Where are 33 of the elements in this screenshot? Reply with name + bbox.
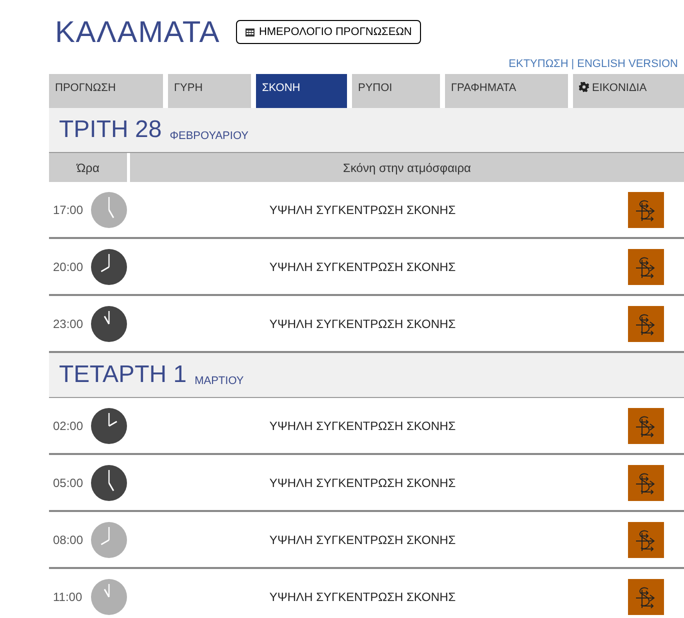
tab[interactable]: ΡΥΠΟΙ [352, 74, 440, 108]
dust-level-text: ΥΨΗΛΗ ΣΥΓΚΕΝΤΡΩΣΗ ΣΚΟΝΗΣ [268, 258, 457, 276]
dust-level-text: ΥΨΗΛΗ ΣΥΓΚΕΝΤΡΩΣΗ ΣΚΟΝΗΣ [268, 588, 457, 606]
tab[interactable]: ΓΥΡΗ [168, 74, 251, 108]
month-label: ΦΕΒΡΟΥΑΡΙΟΥ [170, 128, 248, 144]
tab[interactable]: ΕΙΚΟΝΙΔΙΑ [573, 74, 684, 108]
tab[interactable]: ΓΡΑΦΗΜΑΤΑ [445, 74, 568, 108]
time-label: 05:00 [53, 474, 84, 492]
tab[interactable]: ΣΚΟΝΗ [256, 74, 347, 108]
column-header: Σκόνη στην ατμόσφαιρα [130, 153, 684, 182]
dust-level-text: ΥΨΗΛΗ ΣΥΓΚΕΝΤΡΩΣΗ ΣΚΟΝΗΣ [268, 418, 457, 434]
time-label: 02:00 [53, 418, 84, 434]
header-link[interactable]: ENGLISH VERSION [577, 56, 678, 74]
calendar-icon [244, 27, 255, 37]
calendar-button[interactable]: ΗΜΕΡΟΛΟΓΙΟ ΠΡΟΓΝΩΣΕΩΝ [236, 20, 421, 44]
time-label: 11:00 [53, 588, 84, 606]
header-link[interactable]: ΕΚΤΥΠΩΣΗ [508, 56, 568, 74]
time-label: 17:00 [53, 202, 84, 218]
time-label: 20:00 [53, 258, 84, 276]
dust-level-text: ΥΨΗΛΗ ΣΥΓΚΕΝΤΡΩΣΗ ΣΚΟΝΗΣ [268, 316, 457, 332]
tab[interactable]: ΠΡΟΓΝΩΣΗ [49, 74, 163, 108]
dust-level-text: ΥΨΗΛΗ ΣΥΓΚΕΝΤΡΩΣΗ ΣΚΟΝΗΣ [268, 532, 457, 548]
month-label: ΜΑΡΤΙΟΥ [194, 374, 244, 388]
day-title: ΤΡΙΤΗ 28 [59, 118, 162, 142]
link-separator: | [571, 57, 574, 72]
column-header: Ώρα [49, 153, 127, 182]
dust-level-text: ΥΨΗΛΗ ΣΥΓΚΕΝΤΡΩΣΗ ΣΚΟΝΗΣ [268, 202, 457, 218]
gear-icon [579, 82, 589, 92]
time-label: 23:00 [53, 316, 84, 332]
time-label: 08:00 [53, 532, 84, 548]
dust-level-text: ΥΨΗΛΗ ΣΥΓΚΕΝΤΡΩΣΗ ΣΚΟΝΗΣ [268, 474, 457, 492]
city-title: ΚΑΛΑΜΑΤΑ [55, 14, 220, 50]
day-title: ΤΕΤΑΡΤΗ 1 [59, 363, 187, 387]
